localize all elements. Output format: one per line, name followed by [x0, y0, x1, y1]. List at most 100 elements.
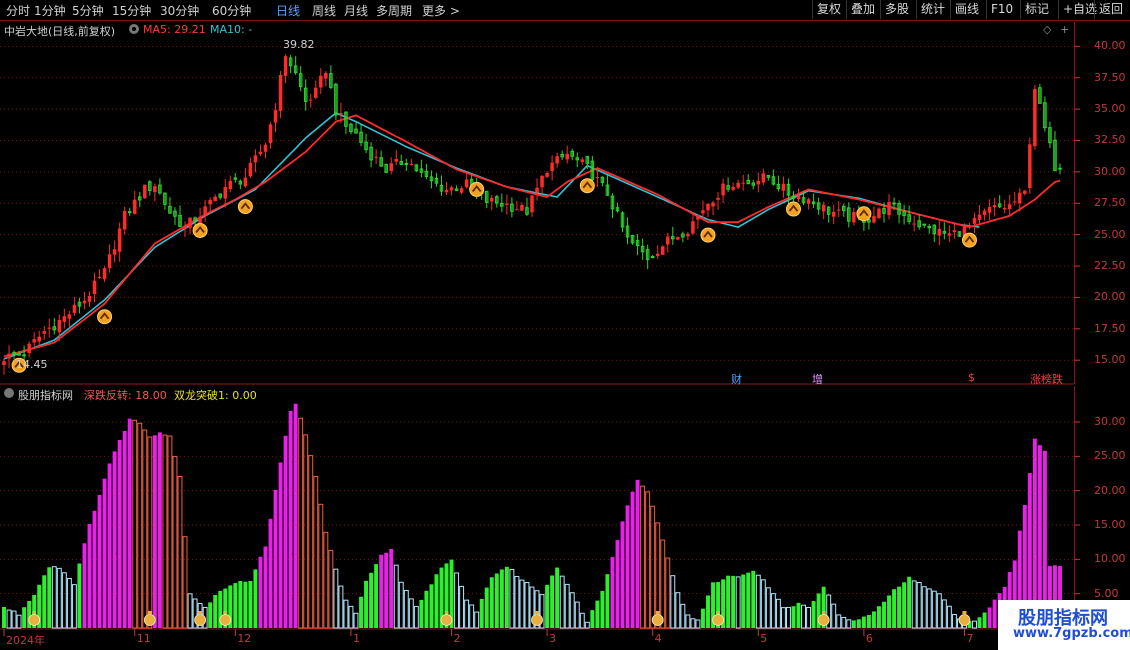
- date-tick-label: 2024年: [6, 634, 45, 647]
- date-tick-label: 4: [654, 632, 662, 645]
- candle-body: [283, 56, 288, 76]
- indicator-bar: [92, 510, 97, 628]
- indicator-bar: [489, 577, 494, 628]
- indicator-bar: [545, 584, 550, 628]
- candle-body: [691, 221, 695, 234]
- candle-body: [92, 280, 97, 295]
- candle-body: [836, 209, 841, 211]
- indicator-bar: [660, 539, 666, 629]
- indicator-bar: [102, 478, 107, 628]
- candle-body: [666, 236, 670, 245]
- indicator-bar: [147, 436, 153, 629]
- candle-body: [852, 212, 856, 223]
- candle-body: [806, 199, 811, 204]
- indicator-bar: [726, 575, 731, 628]
- indicator-bar: [665, 557, 671, 629]
- indicator-bar: [177, 476, 183, 629]
- indicator-bar: [434, 574, 439, 628]
- indicator-bar: [298, 417, 304, 629]
- candle-body: [203, 206, 207, 216]
- buy-signal-circle: [856, 206, 872, 222]
- money-bag-body: [143, 614, 156, 626]
- indicator-bar: [243, 581, 248, 628]
- candle-body: [278, 74, 283, 111]
- candle-body: [982, 210, 987, 216]
- candle-body: [706, 203, 710, 211]
- candle-body: [1012, 201, 1017, 203]
- indicator-bar: [369, 572, 374, 628]
- indicator-bar: [841, 616, 847, 629]
- event-marker-finance[interactable]: 财: [731, 371, 742, 387]
- candle-body: [7, 353, 11, 359]
- indicator-bar: [936, 593, 942, 629]
- indicator-bar: [499, 569, 504, 628]
- candle-body: [922, 223, 926, 226]
- candle-body: [258, 151, 263, 155]
- indicator-bar: [519, 579, 525, 629]
- indicator-bar: [524, 582, 530, 629]
- candle-body: [32, 339, 36, 343]
- buy-signal-icon: [961, 232, 977, 248]
- event-marker-dividend[interactable]: $: [968, 371, 975, 384]
- indicator-bar: [253, 569, 258, 628]
- indicator-bar: [273, 489, 278, 628]
- indicator-bar: [584, 621, 590, 629]
- indicator-bar: [992, 599, 997, 628]
- candle-body: [47, 327, 52, 329]
- indicator-bar: [640, 485, 646, 629]
- indicator-bar: [907, 576, 912, 628]
- indicator-bar: [972, 620, 977, 629]
- money-bag-neck: [32, 611, 37, 614]
- candle-body: [1018, 192, 1022, 204]
- candle-body: [198, 216, 202, 224]
- indicator-bar: [856, 619, 861, 628]
- candle-body: [947, 233, 952, 236]
- money-bag-body: [958, 614, 971, 626]
- indicator-bar: [775, 598, 781, 629]
- candle-body: [324, 72, 328, 79]
- money-bag-neck: [444, 611, 449, 614]
- indicator-bar: [630, 491, 635, 628]
- candle-body: [22, 354, 26, 357]
- event-marker-increase[interactable]: 增: [812, 371, 823, 387]
- candle-body: [711, 202, 715, 207]
- money-bag-body: [28, 614, 41, 626]
- indicator-bar: [56, 567, 62, 629]
- indicator-bar: [364, 580, 369, 628]
- candle-body: [444, 189, 449, 193]
- indicator-bar: [831, 603, 837, 629]
- event-marker-ranking[interactable]: 涨榜跌: [1030, 371, 1063, 387]
- indicator-bar: [393, 564, 399, 629]
- indicator-bar: [785, 606, 791, 629]
- candle-body: [82, 300, 87, 304]
- price-tick-label: 30.00: [1094, 164, 1126, 178]
- candle-body: [404, 163, 409, 166]
- indicator-bar: [494, 573, 499, 628]
- indicator-bar: [625, 505, 630, 628]
- kline-chart[interactable]: [0, 0, 1130, 650]
- candle-body: [253, 155, 258, 163]
- candle-body: [655, 253, 660, 256]
- indicator-bar: [579, 612, 585, 629]
- indicator-bar: [731, 575, 736, 628]
- indicator-bar: [615, 540, 620, 628]
- indicator-tick-label: 20.00: [1094, 483, 1126, 497]
- indicator-tick-label: 30.00: [1094, 415, 1126, 429]
- money-bag-neck: [821, 611, 826, 614]
- candle-body: [248, 162, 253, 177]
- candle-body: [505, 203, 509, 205]
- indicator-bar: [695, 619, 701, 629]
- indicator-bar: [670, 575, 676, 629]
- indicator-bar: [77, 563, 82, 628]
- candle-body: [153, 186, 157, 193]
- candle-body: [992, 205, 997, 208]
- indicator-bar: [706, 595, 710, 628]
- indicator-bar: [459, 585, 465, 629]
- buy-signal-circle: [469, 181, 485, 197]
- date-tick-label: 2: [453, 632, 461, 645]
- candle-body: [721, 183, 725, 196]
- buy-signal-icon: [469, 181, 485, 197]
- indicator-bar: [791, 606, 796, 628]
- indicator-bar: [605, 574, 610, 628]
- indicator-bar: [946, 605, 952, 629]
